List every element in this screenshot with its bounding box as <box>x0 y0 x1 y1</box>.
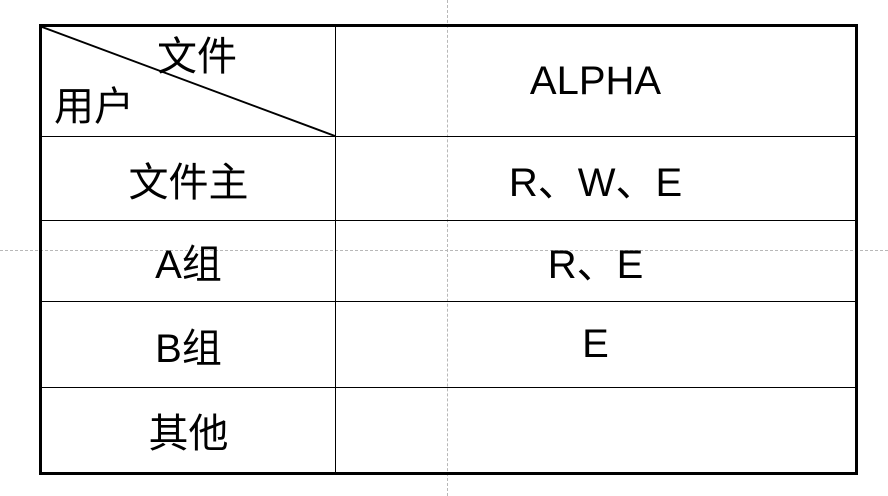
table-row: B组 E <box>40 301 857 388</box>
permission-cell: E <box>335 301 857 388</box>
permission-cell <box>335 387 857 474</box>
table-header-row: 文件 用户 ALPHA <box>40 25 857 137</box>
diagonal-header-cell: 文件 用户 <box>40 25 336 137</box>
page: 文件 用户 ALPHA 文件主 R、W、E A组 R、E B组 E 其他 <box>0 0 888 496</box>
table-row: 文件主 R、W、E <box>40 136 857 221</box>
header-file-label: 文件 <box>157 34 237 80</box>
user-cell: B组 <box>40 301 336 388</box>
table-row: A组 R、E <box>40 220 857 302</box>
file-column-header: ALPHA <box>335 25 857 137</box>
user-cell: A组 <box>40 220 336 302</box>
user-cell: 其他 <box>40 387 336 474</box>
permission-cell: R、W、E <box>335 136 857 221</box>
permission-cell: R、E <box>335 220 857 302</box>
permission-table: 文件 用户 ALPHA 文件主 R、W、E A组 R、E B组 E 其他 <box>39 24 858 475</box>
header-user-label: 用户 <box>54 84 134 130</box>
user-cell: 文件主 <box>40 136 336 221</box>
table-row: 其他 <box>40 387 857 474</box>
